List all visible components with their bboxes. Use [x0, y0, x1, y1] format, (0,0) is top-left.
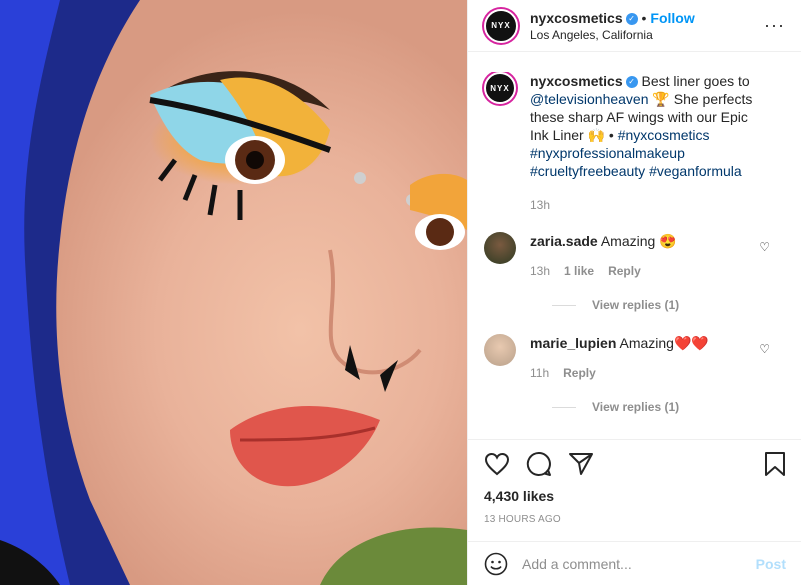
reply-button[interactable]: Reply	[563, 366, 596, 380]
red-hearts-emoji-icon: ❤️❤️	[673, 335, 709, 351]
mention-link[interactable]: @televisionheaven	[530, 91, 649, 107]
makeup-photo-illustration	[0, 0, 467, 585]
divider-line	[552, 304, 576, 306]
caption-username[interactable]: nyxcosmetics	[530, 73, 623, 89]
verified-badge-icon: ✓	[625, 76, 638, 89]
comments-list[interactable]: NYX nyxcosmetics ✓ Best liner goes to @te…	[468, 72, 801, 438]
comment-item: marie_lupien Amazing❤️❤️ 11h Reply ♡	[484, 334, 786, 380]
post-timestamp[interactable]: 13 HOURS AGO	[484, 514, 786, 525]
trophy-icon: 🏆	[652, 91, 670, 107]
comment-like-heart-icon[interactable]: ♡	[759, 240, 770, 254]
comment-text: zaria.sade Amazing 😍	[530, 232, 677, 250]
caption-avatar[interactable]: NYX	[484, 72, 516, 104]
comment-body: Amazing	[600, 233, 656, 249]
comment-bubble-icon[interactable]	[526, 451, 552, 477]
header-text: nyxcosmetics ✓ • Follow Los Angeles, Calif…	[530, 10, 695, 42]
view-replies-label: View replies (1)	[592, 298, 680, 312]
likes-count[interactable]: 4,430 likes	[484, 488, 786, 504]
verified-badge-icon: ✓	[625, 12, 638, 25]
header-username[interactable]: nyxcosmetics	[530, 10, 623, 26]
follow-button[interactable]: Follow	[650, 10, 694, 26]
comment-like-heart-icon[interactable]: ♡	[759, 342, 770, 356]
post-actions: 4,430 likes 13 HOURS AGO	[468, 439, 801, 525]
comment-text: marie_lupien Amazing❤️❤️	[530, 334, 709, 352]
caption: NYX nyxcosmetics ✓ Best liner goes to @te…	[484, 72, 786, 214]
comment-meta: 13h 1 like Reply	[530, 264, 677, 278]
caption-time[interactable]: 13h	[530, 196, 760, 214]
post-side-panel: NYX nyxcosmetics ✓ • Follow Los Angeles, C…	[467, 0, 801, 585]
comment-time[interactable]: 11h	[530, 366, 549, 380]
commenter-username[interactable]: zaria.sade	[530, 233, 598, 249]
hashtag-link[interactable]: #nyxprofessionalmakeup	[530, 145, 685, 161]
add-comment-bar: Post	[468, 541, 801, 585]
add-comment-input[interactable]	[522, 555, 756, 572]
more-options-icon[interactable]: ···	[764, 15, 785, 36]
avatar-logo-text: NYX	[491, 21, 511, 30]
hashtag-link[interactable]: #veganformula	[649, 163, 742, 179]
caption-body-start: Best liner goes to	[641, 73, 750, 89]
like-heart-icon[interactable]	[484, 452, 510, 476]
reply-button[interactable]: Reply	[608, 264, 641, 278]
post-photo[interactable]	[0, 0, 467, 585]
comment-likes[interactable]: 1 like	[564, 264, 594, 278]
location-link[interactable]: Los Angeles, California	[530, 28, 695, 42]
emoji-smiley-icon[interactable]	[484, 552, 508, 576]
comment-meta: 11h Reply	[530, 366, 709, 380]
profile-avatar[interactable]: NYX	[484, 8, 518, 43]
view-replies-button[interactable]: View replies (1)	[552, 298, 786, 312]
view-replies-label: View replies (1)	[592, 400, 680, 414]
action-icons	[484, 450, 786, 478]
commenter-username[interactable]: marie_lupien	[530, 335, 616, 351]
post-comment-button[interactable]: Post	[756, 556, 786, 572]
comment-body: Amazing	[619, 335, 674, 351]
post-header: NYX nyxcosmetics ✓ • Follow Los Angeles, C…	[468, 0, 801, 52]
save-bookmark-icon[interactable]	[764, 451, 786, 477]
hands-emoji-icon: 🙌	[587, 127, 606, 143]
commenter-avatar[interactable]	[484, 334, 516, 366]
avatar-logo-text: NYX	[490, 83, 510, 93]
hashtag-link[interactable]: #nyxcosmetics	[618, 127, 710, 143]
divider-line	[552, 406, 576, 408]
comment-time[interactable]: 13h	[530, 264, 550, 278]
commenter-avatar[interactable]	[484, 232, 516, 264]
comment-item: zaria.sade Amazing 😍 13h 1 like Reply ♡	[484, 232, 786, 278]
separator-dot: •	[641, 9, 647, 26]
share-send-icon[interactable]	[568, 452, 594, 476]
hashtag-link[interactable]: #crueltyfreebeauty	[530, 163, 645, 179]
view-replies-button[interactable]: View replies (1)	[552, 400, 786, 414]
caption-text: nyxcosmetics ✓ Best liner goes to @televi…	[530, 72, 760, 214]
heart-eyes-emoji-icon: 😍	[659, 233, 677, 249]
